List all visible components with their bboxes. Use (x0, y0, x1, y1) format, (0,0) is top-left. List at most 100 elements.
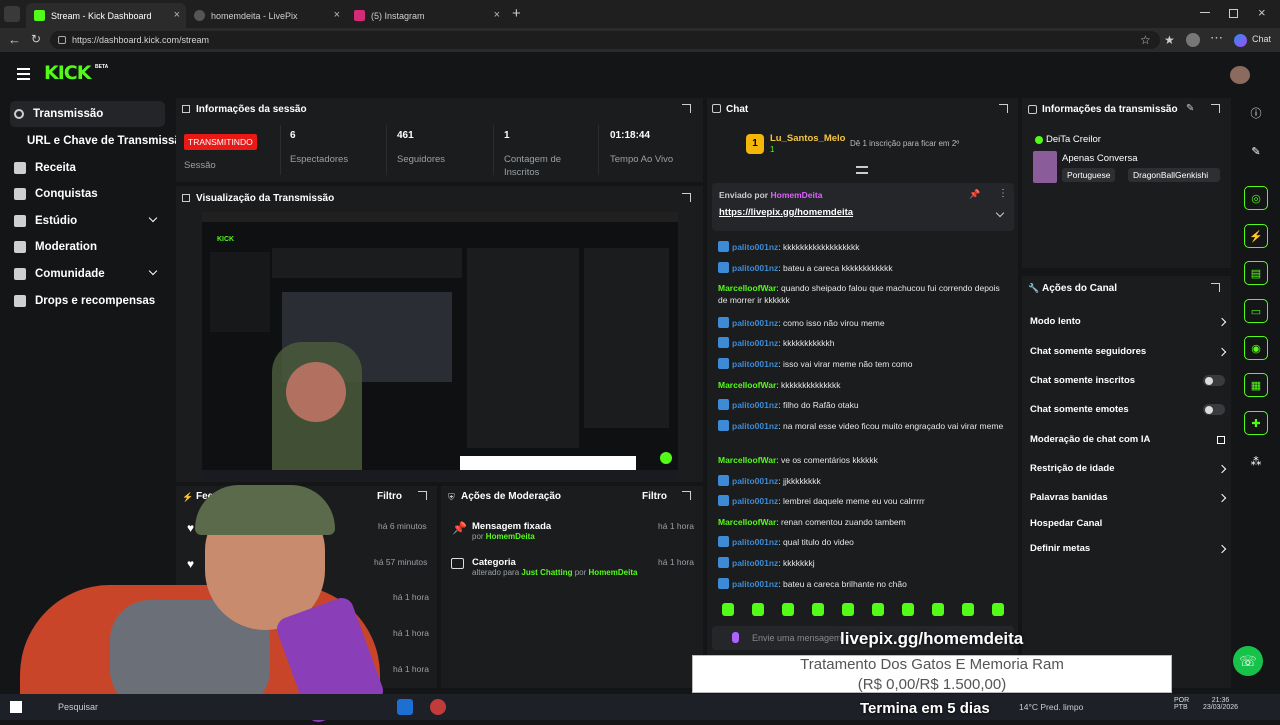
channel-action-item[interactable]: Chat somente emotes (1030, 404, 1225, 415)
wrench-rail-icon[interactable]: ✚ (1244, 411, 1268, 435)
sidebar-item-comunidade[interactable]: Comunidade (14, 268, 105, 280)
more-options-icon[interactable]: ⋮ (998, 188, 1008, 199)
expand-icon[interactable] (682, 193, 691, 202)
sidebar-item-url-chave[interactable]: URL e Chave de Transmissão (27, 135, 188, 147)
favorites-list-icon[interactable]: ★ (1164, 33, 1175, 47)
close-tab-icon[interactable]: × (334, 9, 340, 21)
chat-username[interactable]: palito001nz (732, 263, 778, 273)
stream-category[interactable]: Apenas Conversa (1062, 153, 1138, 164)
chat-username[interactable]: palito001nz (732, 537, 778, 547)
chat-username[interactable]: palito001nz (732, 338, 778, 348)
maximize-icon[interactable] (1229, 9, 1238, 18)
list-rail-icon[interactable]: ▤ (1244, 261, 1268, 285)
pin-icon[interactable]: 📌 (969, 189, 980, 200)
site-info-icon[interactable] (58, 36, 66, 44)
sidebar-item-drops[interactable]: Drops e recompensas (14, 295, 155, 307)
info-rail-icon[interactable]: ⓘ (1244, 101, 1268, 125)
emote-icon[interactable] (872, 603, 884, 616)
edit-pencil-icon[interactable]: ✎ (1186, 103, 1194, 114)
weather[interactable]: 14°C Pred. limpo (1019, 702, 1083, 712)
chat-username[interactable]: palito001nz (732, 496, 778, 506)
kick-logo[interactable]: KICK (44, 62, 91, 84)
mic-icon[interactable] (732, 632, 739, 643)
camera-rail-icon[interactable]: ◎ (1244, 186, 1268, 210)
chevron-right-icon[interactable] (1217, 317, 1227, 326)
tab-kick-dashboard[interactable]: Stream - Kick Dashboard × (26, 3, 186, 28)
emote-icon[interactable] (962, 603, 974, 616)
channel-action-item[interactable]: Palavras banidas (1030, 492, 1227, 503)
top-supporter-name[interactable]: Lu_Santos_Melo (770, 133, 846, 144)
emote-icon[interactable] (902, 603, 914, 616)
chat-username[interactable]: MarcelloofWar (718, 380, 776, 390)
stream-video[interactable]: KICK (202, 212, 678, 480)
url-input[interactable]: https://dashboard.kick.com/stream (50, 31, 1160, 49)
chat-username[interactable]: palito001nz (732, 476, 778, 486)
expand-icon[interactable] (1211, 104, 1220, 113)
back-icon[interactable]: ← (8, 32, 21, 47)
chevron-down-icon[interactable] (148, 266, 158, 276)
channel-action-item[interactable]: Chat somente inscritos (1030, 375, 1225, 386)
tag-dragonball[interactable]: DragonBallGenkishi (1128, 168, 1220, 182)
close-tab-icon[interactable]: × (174, 9, 180, 21)
emote-icon[interactable] (782, 603, 794, 616)
toggle-switch[interactable] (1203, 375, 1225, 386)
emote-icon[interactable] (932, 603, 944, 616)
chat-username[interactable]: palito001nz (732, 400, 778, 410)
toggle-switch[interactable] (1203, 404, 1225, 415)
emote-icon[interactable] (992, 603, 1004, 616)
profile-avatar[interactable] (1186, 33, 1200, 47)
chevron-down-icon[interactable] (148, 213, 158, 223)
chat-username[interactable]: MarcelloofWar (718, 455, 776, 465)
channel-action-item[interactable]: Modo lento (1030, 316, 1227, 327)
chat-button[interactable]: Chat (1252, 34, 1271, 44)
chevron-right-icon[interactable] (1217, 347, 1227, 356)
windows-start-icon[interactable] (10, 701, 22, 713)
new-tab-icon[interactable]: + (512, 5, 521, 22)
chevron-right-icon[interactable] (1217, 544, 1227, 553)
expand-icon[interactable] (418, 491, 427, 500)
language[interactable]: POR PTB (1174, 697, 1189, 711)
sidebar-item-transmissao[interactable]: Transmissão (14, 108, 103, 120)
emote-icon[interactable] (752, 603, 764, 616)
tab-livepix[interactable]: homemdeita - LivePix × (186, 3, 346, 28)
chat-username[interactable]: palito001nz (732, 359, 778, 369)
collapse-icon[interactable] (856, 166, 868, 174)
sidebar-item-moderation[interactable]: Moderation (14, 241, 97, 253)
taskbar-search[interactable]: Pesquisar (58, 702, 98, 712)
sidebar-item-conquistas[interactable]: Conquistas (14, 188, 98, 200)
tab-menu-icon[interactable] (4, 6, 20, 22)
chat-username[interactable]: MarcelloofWar (718, 283, 776, 293)
emote-icon[interactable] (812, 603, 824, 616)
expand-icon[interactable] (682, 104, 691, 113)
chat-username[interactable]: palito001nz (732, 421, 778, 431)
chat-username[interactable]: palito001nz (732, 579, 778, 589)
chat-username[interactable]: palito001nz (732, 318, 778, 328)
edit-rail-icon[interactable]: ✎ (1244, 139, 1268, 163)
sidebar-item-estudio[interactable]: Estúdio (14, 215, 77, 227)
chat-username[interactable]: palito001nz (732, 558, 778, 568)
channel-action-item[interactable]: Chat somente seguidores (1030, 346, 1227, 357)
tag-portuguese[interactable]: Portuguese (1062, 168, 1116, 182)
close-tab-icon[interactable]: × (494, 9, 500, 21)
expand-icon[interactable] (999, 104, 1008, 113)
more-menu-icon[interactable]: ⋯ (1210, 30, 1223, 46)
lightning-rail-icon[interactable]: ⚡ (1244, 224, 1268, 248)
chat-username[interactable]: MarcelloofWar (718, 517, 776, 527)
channel-action-item[interactable]: Moderação de chat com IA (1030, 434, 1225, 445)
broadcast-rail-icon[interactable]: ◉ (1244, 336, 1268, 360)
emote-icon[interactable] (722, 603, 734, 616)
chevron-right-icon[interactable] (1217, 493, 1227, 502)
favorite-star-icon[interactable]: ☆ (1140, 33, 1151, 47)
hamburger-menu-icon[interactable] (17, 68, 30, 80)
user-avatar[interactable] (1230, 66, 1250, 84)
edge-taskbar-icon[interactable] (397, 699, 413, 715)
tab-instagram[interactable]: (5) Instagram × (346, 3, 506, 28)
clock[interactable]: 21:36 23/03/2026 (1203, 697, 1238, 711)
chevron-right-icon[interactable] (1217, 464, 1227, 473)
sidebar-item-receita[interactable]: Receita (14, 162, 76, 174)
reload-icon[interactable]: ↻ (31, 32, 41, 46)
expand-icon[interactable] (1211, 283, 1220, 292)
expand-icon[interactable] (682, 491, 691, 500)
emote-icon[interactable] (842, 603, 854, 616)
chat-username[interactable]: palito001nz (732, 242, 778, 252)
